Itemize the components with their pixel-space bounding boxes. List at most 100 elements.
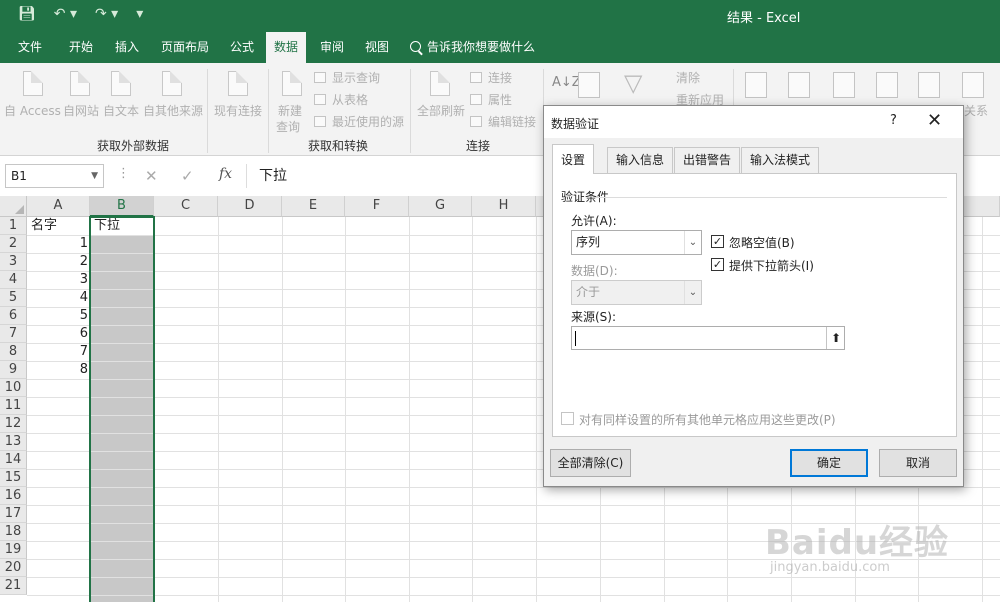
close-icon[interactable]: ✕ bbox=[927, 110, 942, 131]
data-validation-dialog: 数据验证 ? ✕ 设置 输入信息 出错警告 输入法模式 验证条件 允许(A): … bbox=[543, 105, 964, 487]
group-name-get-external-data: 获取外部数据 bbox=[97, 139, 170, 153]
save-icon[interactable]: 💾︎ bbox=[18, 6, 36, 22]
cell-a7[interactable]: 6 bbox=[27, 325, 90, 343]
row-header[interactable]: 11 bbox=[0, 397, 27, 415]
tab-insert[interactable]: 插入 bbox=[115, 32, 139, 63]
row-header[interactable]: 1 bbox=[0, 217, 27, 235]
source-input[interactable]: ⬆ bbox=[571, 326, 845, 350]
cell-a8[interactable]: 7 bbox=[27, 343, 90, 361]
row-header[interactable]: 16 bbox=[0, 487, 27, 505]
group-divider bbox=[595, 197, 947, 198]
recent-sources-button[interactable]: 最近使用的源 bbox=[332, 113, 404, 130]
from-text-button[interactable]: 自文本 bbox=[103, 102, 139, 119]
cancel-entry-icon[interactable]: ✕ bbox=[145, 167, 158, 185]
row-header[interactable]: 18 bbox=[0, 523, 27, 541]
chevron-down-icon[interactable]: ▼ bbox=[91, 165, 98, 187]
cell-a4[interactable]: 3 bbox=[27, 271, 90, 289]
filter-icon[interactable]: ▽ bbox=[624, 69, 642, 97]
insert-function-icon[interactable]: fx bbox=[219, 166, 232, 182]
formula-input[interactable]: 下拉 bbox=[246, 164, 546, 188]
allow-select[interactable]: 序列 ⌄ bbox=[571, 230, 702, 255]
row-header[interactable]: 7 bbox=[0, 325, 27, 343]
row-header[interactable]: 3 bbox=[0, 253, 27, 271]
gridline bbox=[409, 217, 410, 602]
undo-icon[interactable]: ↶ ▾ bbox=[54, 6, 77, 22]
cell-a3[interactable]: 2 bbox=[27, 253, 90, 271]
properties-button[interactable]: 属性 bbox=[488, 91, 512, 108]
sort-az-icon[interactable]: A↓Z bbox=[552, 75, 581, 90]
refresh-all-button[interactable]: 全部刷新 bbox=[417, 102, 465, 119]
existing-connections-button[interactable]: 现有连接 bbox=[214, 102, 262, 119]
row-header[interactable]: 21 bbox=[0, 577, 27, 595]
row-header[interactable]: 6 bbox=[0, 307, 27, 325]
tell-me-search[interactable]: 告诉我你想要做什么 bbox=[410, 32, 535, 63]
from-access-button[interactable]: 自 Access bbox=[4, 102, 61, 119]
new-query-button[interactable]: 新建 bbox=[278, 102, 302, 119]
customize-qat-icon[interactable]: ▾ bbox=[136, 6, 143, 22]
chevron-down-icon[interactable]: ⌄ bbox=[684, 231, 701, 254]
column-header-d[interactable]: D bbox=[218, 196, 282, 217]
tab-ime-mode[interactable]: 输入法模式 bbox=[741, 147, 820, 173]
column-header-c[interactable]: C bbox=[154, 196, 218, 217]
row-header[interactable]: 14 bbox=[0, 451, 27, 469]
row-header[interactable]: 9 bbox=[0, 361, 27, 379]
connections-button[interactable]: 连接 bbox=[488, 69, 512, 86]
clear-filter-button[interactable]: 清除 bbox=[676, 69, 700, 86]
from-table-button[interactable]: 从表格 bbox=[332, 91, 368, 108]
show-query-button[interactable]: 显示查询 bbox=[332, 69, 380, 86]
row-header[interactable]: 8 bbox=[0, 343, 27, 361]
cell-a2[interactable]: 1 bbox=[27, 235, 90, 253]
cell-a1[interactable]: 名字 bbox=[31, 217, 89, 235]
edit-links-button[interactable]: 编辑链接 bbox=[488, 113, 536, 130]
tab-formulas[interactable]: 公式 bbox=[230, 32, 254, 63]
clear-all-button[interactable]: 全部清除(C) bbox=[550, 449, 631, 477]
tab-settings[interactable]: 设置 bbox=[552, 144, 595, 174]
from-web-button[interactable]: 自网站 bbox=[63, 102, 99, 119]
select-all-corner[interactable] bbox=[0, 196, 27, 217]
group-name-get-transform: 获取和转换 bbox=[308, 139, 369, 153]
ok-button[interactable]: 确定 bbox=[790, 449, 868, 477]
tab-home[interactable]: 开始 bbox=[69, 32, 93, 63]
tab-error-alert[interactable]: 出错警告 bbox=[674, 147, 741, 173]
in-cell-dropdown-checkbox[interactable]: ✓ bbox=[711, 258, 724, 271]
tab-view[interactable]: 视图 bbox=[365, 32, 389, 63]
in-cell-dropdown-label: 提供下拉箭头(I) bbox=[729, 259, 814, 273]
source-label: 来源(S): bbox=[571, 310, 617, 324]
column-header-b[interactable]: B bbox=[90, 196, 154, 217]
collapse-dialog-icon[interactable]: ⬆ bbox=[826, 327, 845, 349]
row-header[interactable]: 20 bbox=[0, 559, 27, 577]
from-other-sources-button[interactable]: 自其他来源 bbox=[143, 102, 203, 119]
cancel-button[interactable]: 取消 bbox=[879, 449, 957, 477]
column-header-a[interactable]: A bbox=[27, 196, 90, 217]
column-header-f[interactable]: F bbox=[345, 196, 409, 217]
tab-input-message[interactable]: 输入信息 bbox=[607, 147, 674, 173]
allow-label: 允许(A): bbox=[571, 214, 617, 228]
row-header[interactable]: 19 bbox=[0, 541, 27, 559]
cell-a9[interactable]: 8 bbox=[27, 361, 90, 379]
tab-file[interactable]: 文件 bbox=[18, 32, 42, 63]
row-header[interactable]: 17 bbox=[0, 505, 27, 523]
new-query-button-line2: 查询 bbox=[276, 120, 301, 134]
confirm-entry-icon[interactable]: ✓ bbox=[181, 167, 194, 185]
tab-page-layout[interactable]: 页面布局 bbox=[161, 32, 209, 63]
column-header-g[interactable]: G bbox=[409, 196, 472, 217]
cell-a6[interactable]: 5 bbox=[27, 307, 90, 325]
tab-data[interactable]: 数据 bbox=[266, 32, 307, 63]
apply-all-checkbox[interactable] bbox=[561, 412, 574, 425]
cell-a5[interactable]: 4 bbox=[27, 289, 90, 307]
row-header[interactable]: 4 bbox=[0, 271, 27, 289]
row-header[interactable]: 12 bbox=[0, 415, 27, 433]
row-header[interactable]: 13 bbox=[0, 433, 27, 451]
tab-review[interactable]: 审阅 bbox=[320, 32, 344, 63]
help-icon[interactable]: ? bbox=[890, 113, 897, 128]
name-box[interactable]: B1 ▼ bbox=[5, 164, 104, 188]
redo-icon[interactable]: ↷ ▾ bbox=[95, 6, 118, 22]
relationships-button[interactable]: 关系 bbox=[964, 102, 988, 119]
column-header-h[interactable]: H bbox=[472, 196, 536, 217]
row-header[interactable]: 2 bbox=[0, 235, 27, 253]
row-header[interactable]: 10 bbox=[0, 379, 27, 397]
row-header[interactable]: 15 bbox=[0, 469, 27, 487]
ignore-blank-checkbox[interactable]: ✓ bbox=[711, 235, 724, 248]
column-header-e[interactable]: E bbox=[282, 196, 345, 217]
row-header[interactable]: 5 bbox=[0, 289, 27, 307]
